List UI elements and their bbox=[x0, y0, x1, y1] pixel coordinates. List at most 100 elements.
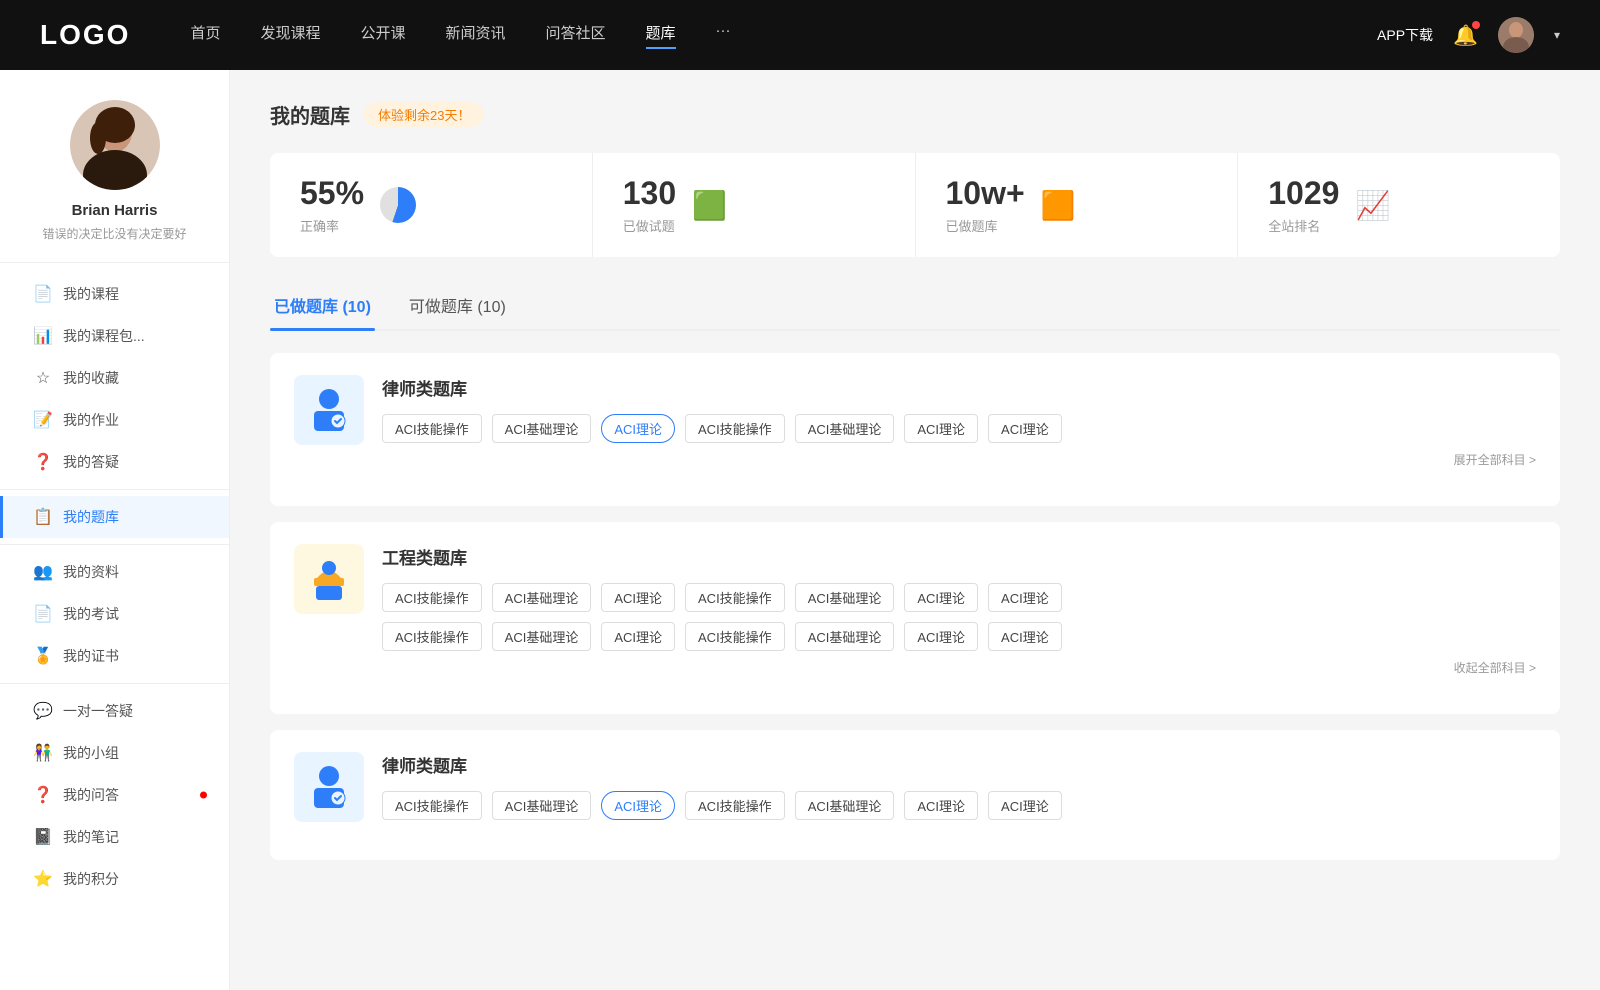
sidebar-item-tutoring-label: 一对一答疑 bbox=[63, 701, 133, 721]
tag[interactable]: ACI理论 bbox=[601, 583, 675, 612]
user-menu-chevron[interactable]: ▾ bbox=[1554, 28, 1560, 42]
sidebar-divider-3 bbox=[0, 683, 229, 684]
tag[interactable]: ACI技能操作 bbox=[685, 414, 785, 443]
nav-links: 首页 发现课程 公开课 新闻资讯 问答社区 题库 ··· bbox=[190, 22, 1377, 49]
sidebar-item-notes-label: 我的笔记 bbox=[63, 827, 119, 847]
nav-qa[interactable]: 问答社区 bbox=[546, 22, 606, 49]
logo: LOGO bbox=[40, 19, 130, 51]
tag[interactable]: ACI理论 bbox=[988, 583, 1062, 612]
sidebar-item-group-label: 我的小组 bbox=[63, 743, 119, 763]
qb-lawyer-icon-2 bbox=[294, 752, 364, 822]
tag-selected[interactable]: ACI理论 bbox=[601, 414, 675, 443]
nav-news[interactable]: 新闻资讯 bbox=[446, 22, 506, 49]
notification-bell[interactable]: 🔔 bbox=[1453, 23, 1478, 48]
sidebar-item-profile[interactable]: 👥 我的资料 bbox=[0, 551, 229, 593]
page-title-row: 我的题库 体验剩余23天！ bbox=[270, 100, 1560, 129]
sidebar-item-points-label: 我的积分 bbox=[63, 869, 119, 889]
tag[interactable]: ACI技能操作 bbox=[685, 583, 785, 612]
sidebar-item-favorites[interactable]: ☆ 我的收藏 bbox=[0, 357, 229, 399]
sidebar-menu: 📄 我的课程 📊 我的课程包... ☆ 我的收藏 📝 我的作业 ❓ 我的答疑 � bbox=[0, 273, 229, 900]
sidebar-item-tutoring[interactable]: 💬 一对一答疑 bbox=[0, 690, 229, 732]
tag[interactable]: ACI基础理论 bbox=[492, 583, 592, 612]
stats-row: 55% 正确率 130 已做试题 🟩 10w+ 已做题库 🟧 bbox=[270, 153, 1560, 257]
qb-card-engineer: 工程类题库 ACI技能操作 ACI基础理论 ACI理论 ACI技能操作 ACI基… bbox=[270, 522, 1560, 714]
sidebar-item-certificate[interactable]: 🏅 我的证书 bbox=[0, 635, 229, 677]
tabs-row: 已做题库 (10) 可做题库 (10) bbox=[270, 285, 1560, 331]
sidebar-item-courses[interactable]: 📄 我的课程 bbox=[0, 273, 229, 315]
tag[interactable]: ACI理论 bbox=[988, 791, 1062, 820]
tag[interactable]: ACI理论 bbox=[601, 622, 675, 651]
qa-notification-dot bbox=[200, 792, 207, 799]
tag[interactable]: ACI基础理论 bbox=[492, 791, 592, 820]
sidebar-item-course-package[interactable]: 📊 我的课程包... bbox=[0, 315, 229, 357]
tag[interactable]: ACI基础理论 bbox=[795, 414, 895, 443]
qb-lawyer-2-title: 律师类题库 bbox=[382, 752, 1536, 777]
qb-lawyer-1-title: 律师类题库 bbox=[382, 375, 1536, 400]
sidebar-item-question-bank-label: 我的题库 bbox=[63, 507, 119, 527]
qb-lawyer-1-tags: ACI技能操作 ACI基础理论 ACI理论 ACI技能操作 ACI基础理论 AC… bbox=[382, 414, 1536, 443]
exam-icon: 📄 bbox=[33, 604, 53, 624]
user-motto: 错误的决定比没有决定要好 bbox=[42, 225, 186, 242]
qb-lawyer-1-expand[interactable]: 展开全部科目 > bbox=[382, 451, 1536, 468]
stat-accuracy: 55% 正确率 bbox=[270, 153, 593, 257]
sidebar-item-questions-label: 我的答疑 bbox=[63, 452, 119, 472]
tag[interactable]: ACI理论 bbox=[904, 414, 978, 443]
tag[interactable]: ACI技能操作 bbox=[382, 791, 482, 820]
sidebar-item-exam-label: 我的考试 bbox=[63, 604, 119, 624]
app-download[interactable]: APP下载 bbox=[1377, 25, 1433, 45]
sidebar-item-homework[interactable]: 📝 我的作业 bbox=[0, 399, 229, 441]
sidebar-divider-1 bbox=[0, 489, 229, 490]
done-banks-icon: 🟧 bbox=[1041, 189, 1076, 222]
tag[interactable]: ACI基础理论 bbox=[492, 414, 592, 443]
tab-done-banks[interactable]: 已做题库 (10) bbox=[270, 285, 375, 329]
sidebar-item-my-qa[interactable]: ❓ 我的问答 bbox=[0, 774, 229, 816]
username: Brian Harris bbox=[72, 202, 158, 219]
nav-more[interactable]: ··· bbox=[716, 22, 731, 49]
sidebar-item-exam[interactable]: 📄 我的考试 bbox=[0, 593, 229, 635]
notes-icon: 📓 bbox=[33, 827, 53, 847]
tag-selected[interactable]: ACI理论 bbox=[601, 791, 675, 820]
sidebar-item-course-package-label: 我的课程包... bbox=[63, 326, 145, 346]
my-qa-icon: ❓ bbox=[33, 785, 53, 805]
tag[interactable]: ACI技能操作 bbox=[382, 583, 482, 612]
tag[interactable]: ACI技能操作 bbox=[685, 791, 785, 820]
sidebar: Brian Harris 错误的决定比没有决定要好 📄 我的课程 📊 我的课程包… bbox=[0, 70, 230, 990]
done-questions-number: 130 bbox=[623, 175, 676, 212]
group-icon: 👫 bbox=[33, 743, 53, 763]
tag[interactable]: ACI技能操作 bbox=[685, 622, 785, 651]
sidebar-item-points[interactable]: ⭐ 我的积分 bbox=[0, 858, 229, 900]
qb-engineer-tags-row2: ACI技能操作 ACI基础理论 ACI理论 ACI技能操作 ACI基础理论 AC… bbox=[382, 622, 1536, 651]
tag[interactable]: ACI理论 bbox=[904, 791, 978, 820]
tag[interactable]: ACI技能操作 bbox=[382, 622, 482, 651]
sidebar-item-questions[interactable]: ❓ 我的答疑 bbox=[0, 441, 229, 483]
sidebar-item-question-bank[interactable]: 📋 我的题库 bbox=[0, 496, 229, 538]
profile-avatar bbox=[70, 100, 160, 190]
tag[interactable]: ACI技能操作 bbox=[382, 414, 482, 443]
tag[interactable]: ACI理论 bbox=[904, 622, 978, 651]
nav-courses[interactable]: 发现课程 bbox=[260, 22, 320, 49]
tab-available-banks[interactable]: 可做题库 (10) bbox=[405, 285, 510, 329]
sidebar-item-group[interactable]: 👫 我的小组 bbox=[0, 732, 229, 774]
done-banks-number: 10w+ bbox=[946, 175, 1025, 212]
tag[interactable]: ACI基础理论 bbox=[795, 791, 895, 820]
qb-engineer-title: 工程类题库 bbox=[382, 544, 1536, 569]
tag[interactable]: ACI理论 bbox=[988, 622, 1062, 651]
sidebar-divider-2 bbox=[0, 544, 229, 545]
qb-engineer-tags-row1: ACI技能操作 ACI基础理论 ACI理论 ACI技能操作 ACI基础理论 AC… bbox=[382, 583, 1536, 612]
tag[interactable]: ACI基础理论 bbox=[492, 622, 592, 651]
notification-dot bbox=[1472, 21, 1480, 29]
nav-home[interactable]: 首页 bbox=[190, 22, 220, 49]
done-questions-label: 已做试题 bbox=[623, 216, 676, 235]
qb-engineer-collapse[interactable]: 收起全部科目 > bbox=[382, 659, 1536, 676]
sidebar-item-notes[interactable]: 📓 我的笔记 bbox=[0, 816, 229, 858]
tag[interactable]: ACI基础理论 bbox=[795, 622, 895, 651]
tag[interactable]: ACI理论 bbox=[904, 583, 978, 612]
sidebar-item-favorites-label: 我的收藏 bbox=[63, 368, 119, 388]
avatar[interactable] bbox=[1498, 17, 1534, 53]
tag[interactable]: ACI理论 bbox=[988, 414, 1062, 443]
ranking-icon: 📈 bbox=[1355, 189, 1390, 222]
tag[interactable]: ACI基础理论 bbox=[795, 583, 895, 612]
nav-question-bank[interactable]: 题库 bbox=[646, 22, 676, 49]
stat-done-banks: 10w+ 已做题库 🟧 bbox=[916, 153, 1239, 257]
nav-open[interactable]: 公开课 bbox=[360, 22, 405, 49]
